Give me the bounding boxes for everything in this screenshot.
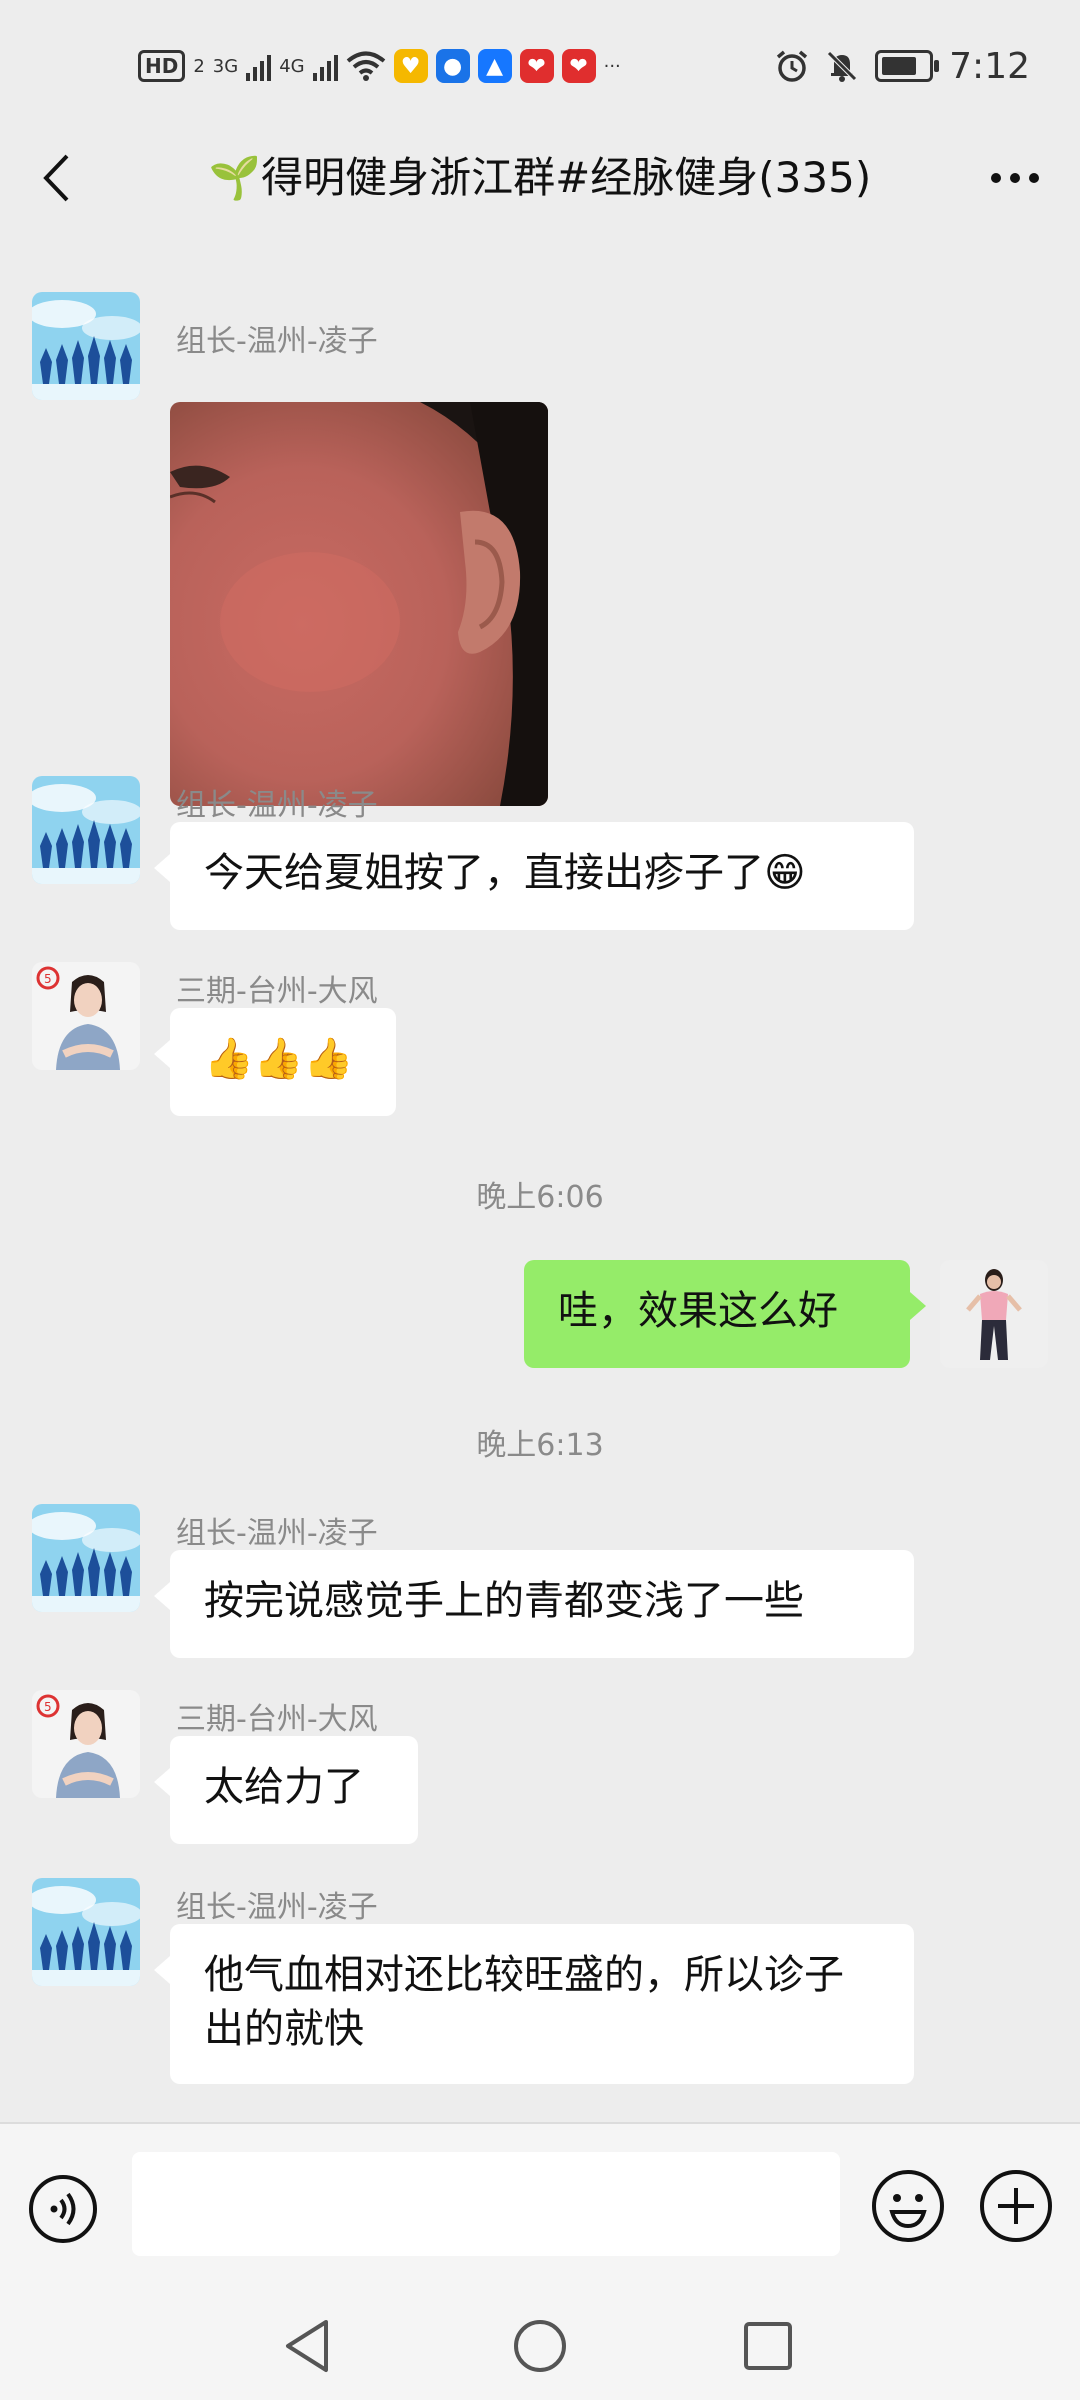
dot-icon [1010, 173, 1020, 183]
system-navigation-bar [0, 2290, 1080, 2400]
timestamp: 晚上6:13 [476, 1428, 604, 1463]
app-notification-icon: ▲ [477, 49, 512, 83]
message-item: 5 三期-台州-大风 👍👍👍 [0, 962, 1080, 1116]
nav-back-button[interactable] [276, 2314, 340, 2378]
app-notification-icon: ❤ [519, 49, 554, 83]
triangle-back-icon [286, 2320, 328, 2372]
clock: 7:12 [949, 45, 1030, 87]
status-left: HD 2 3G 4G ♥ ● ▲ ❤ ❤ ··· [138, 46, 621, 86]
voice-icon [29, 2175, 97, 2243]
dot-icon [991, 173, 1001, 183]
signal-icon [246, 51, 272, 81]
my-avatar[interactable] [940, 1260, 1048, 1368]
network-type-1: 3G [212, 55, 239, 77]
more-notifications-icon: ··· [603, 55, 621, 77]
square-recents-icon [744, 2322, 792, 2370]
chat-header: 🌱得明健身浙江群#经脉健身(335) [0, 130, 1080, 230]
avatar[interactable] [32, 1878, 140, 1986]
mute-icon [827, 51, 857, 82]
chat-title: 🌱得明健身浙江群#经脉健身(335) [208, 153, 872, 202]
sender-name: 三期-台州-大风 [176, 974, 378, 1009]
message-item: 哇，效果这么好 [0, 1260, 1080, 1370]
message-input[interactable] [132, 2152, 840, 2256]
signal-icon [312, 51, 338, 81]
avatar-image [940, 1260, 1048, 1368]
battery-icon [875, 50, 940, 82]
svg-text:5: 5 [44, 972, 52, 986]
avatar-image [32, 1878, 140, 1986]
avatar[interactable] [32, 292, 140, 400]
message-bubble[interactable]: 他气血相对还比较旺盛的，所以诊子出的就快 [154, 1924, 914, 2084]
avatar[interactable]: 5 [32, 962, 140, 1070]
message-item: 组长-温州-凌子 [0, 292, 1080, 812]
avatar-image: 5 [32, 962, 140, 1070]
message-bubble-self[interactable]: 哇，效果这么好 [524, 1260, 926, 1368]
sender-name: 组长-温州-凌子 [176, 1890, 378, 1925]
message-item: 组长-温州-凌子 今天给夏姐按了，直接出疹子了😁 [0, 776, 1080, 930]
avatar[interactable] [32, 1504, 140, 1612]
network-type-2: 4G [279, 55, 305, 77]
hd-indicator: HD [138, 50, 186, 82]
message-item: 组长-温州-凌子 他气血相对还比较旺盛的，所以诊子出的就快 [0, 1878, 1080, 2084]
message-bubble[interactable]: 按完说感觉手上的青都变浅了一些 [154, 1550, 914, 1658]
emoji-icon [872, 2170, 944, 2242]
message-item: 组长-温州-凌子 按完说感觉手上的青都变浅了一些 [0, 1504, 1080, 1658]
more-options-button[interactable] [980, 148, 1050, 208]
dot-icon [1029, 173, 1039, 183]
message-bubble[interactable]: 今天给夏姐按了，直接出疹子了😁 [154, 822, 914, 930]
voice-input-button[interactable] [28, 2174, 98, 2244]
sender-name: 组长-温州-凌子 [176, 788, 378, 823]
app-notification-icon: ● [435, 49, 470, 83]
avatar[interactable] [32, 776, 140, 884]
sender-name: 三期-台州-大风 [176, 1702, 378, 1737]
more-functions-button[interactable] [978, 2168, 1054, 2244]
app-notification-icon: ❤ [561, 49, 596, 83]
circle-home-icon [514, 2320, 566, 2372]
chat-input-bar [0, 2122, 1080, 2292]
avatar-image [32, 776, 140, 884]
avatar-image [32, 1504, 140, 1612]
status-right: 7:12 [775, 45, 1030, 87]
timestamp: 晚上6:06 [476, 1180, 604, 1215]
app-notification-icon: ♥ [393, 49, 428, 83]
avatar-image [32, 292, 140, 400]
status-bar: HD 2 3G 4G ♥ ● ▲ ❤ ❤ ··· 7:12 [0, 0, 1080, 130]
wifi-icon [346, 51, 385, 81]
alarm-icon [777, 50, 808, 82]
image-message[interactable] [170, 402, 548, 806]
message-item: 5 三期-台州-大风 太给力了 [0, 1690, 1080, 1844]
message-list[interactable]: 组长-温州-凌子 组长-温州-凌子 今天给夏姐按了，直接出疹子了😁 5 三期-台… [0, 230, 1080, 2122]
emoji-button[interactable] [870, 2168, 946, 2244]
svg-text:5: 5 [44, 1700, 52, 1714]
photo-face [170, 402, 548, 806]
sender-name: 组长-温州-凌子 [176, 324, 378, 359]
message-bubble[interactable]: 太给力了 [154, 1736, 418, 1844]
sim-indicator: 2 [193, 55, 205, 77]
message-bubble[interactable]: 👍👍👍 [154, 1008, 396, 1116]
plus-icon [980, 2170, 1052, 2242]
sender-name: 组长-温州-凌子 [176, 1516, 378, 1551]
avatar-image: 5 [32, 1690, 140, 1798]
nav-home-button[interactable] [508, 2314, 572, 2378]
nav-recents-button[interactable] [736, 2314, 800, 2378]
avatar[interactable]: 5 [32, 1690, 140, 1798]
